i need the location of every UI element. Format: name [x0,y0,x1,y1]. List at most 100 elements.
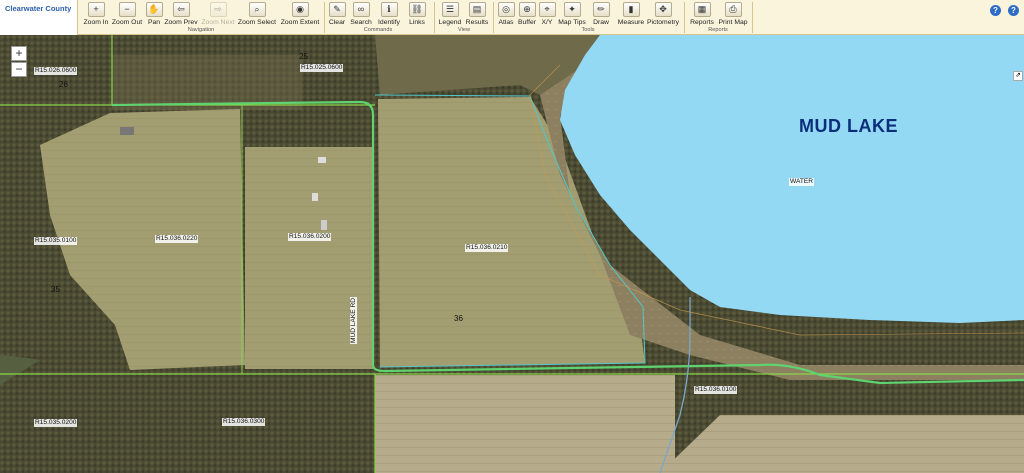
info-icon[interactable]: ? [1008,5,1019,16]
pictometry-button[interactable]: ✥ Pictometry [646,2,680,28]
zoom-prev-button[interactable]: ⇦ Zoom Prev [164,2,198,28]
group-view: View [457,27,471,33]
zoom-out-label: Zoom Out [111,19,143,26]
buffer-icon: ⊕ [518,2,536,17]
legend-label: Legend [438,19,462,26]
parcel-label: R15.026.0600 [34,67,78,75]
clear-label: Clear [328,19,346,26]
zoom-prev-label: Zoom Prev [164,19,198,26]
globe-icon: ◉ [291,2,309,17]
toolbar-divider [684,2,685,33]
parcel-label: R15.036.0100 [694,386,738,394]
zoom-in-control[interactable]: + [11,46,27,61]
pan-hand-icon: ✋ [145,2,163,17]
binoculars-icon: ∞ [352,2,370,17]
results-icon: ▤ [468,2,486,17]
links-label: Links [409,19,425,26]
eraser-icon: ✎ [328,2,346,17]
aerial-imagery [0,35,1024,473]
parcel-label: R15.036.0200 [288,233,332,241]
identify-button[interactable]: ℹ Identify [376,2,402,28]
map-tips-button[interactable]: ✦ Map Tips [557,2,587,28]
zoom-select-label: Zoom Select [237,19,277,26]
results-label: Results [465,19,489,26]
forward-arrow-icon: ⇨ [209,2,227,17]
pictometry-label: Pictometry [646,19,680,26]
parcel-label: R15.036.0210 [465,244,509,252]
measure-label: Measure [617,19,645,26]
zoom-next-button[interactable]: ⇨ Zoom Next [200,2,236,28]
section-number: 36 [454,314,463,323]
reports-label: Reports [690,19,714,26]
print-map-label: Print Map [718,19,748,26]
measure-button[interactable]: ▮ Measure [617,2,645,28]
search-label: Search [350,19,372,26]
back-arrow-icon: ⇦ [172,2,190,17]
printer-icon: ⎙ [724,2,742,17]
parcel-label: R15.025.0600 [300,64,344,72]
parcel-label: R15.035.0100 [34,237,78,245]
section-number: 35 [51,285,60,294]
atlas-icon: ◎ [497,2,515,17]
draw-button[interactable]: ✏ Draw [589,2,613,28]
search-button[interactable]: ∞ Search [348,2,374,28]
map-tips-label: Map Tips [558,19,586,26]
parcel-label: R15.035.0200 [34,419,78,427]
buffer-button[interactable]: ⊕ Buffer [516,2,538,28]
section-number: 25 [299,52,308,61]
xy-pin-icon: ⌖ [538,2,556,17]
road-label: MUD LAKE RD [350,296,358,345]
toolbar-divider [493,2,494,33]
zoom-extent-button[interactable]: ◉ Zoom Extent [278,2,322,28]
pictometry-icon: ✥ [654,2,672,17]
zoom-out-icon: − [118,2,136,17]
zoom-select-icon: ⌕ [248,2,266,17]
group-tools: Tools [581,27,595,33]
identify-icon: ℹ [380,2,398,17]
reports-button[interactable]: ▦ Reports [688,2,716,28]
help-icon[interactable]: ? [990,5,1001,16]
group-reports: Reports [708,27,728,33]
brand-logo: Clearwater County [0,0,78,35]
water-label: WATER [789,178,815,186]
zoom-in-label: Zoom In [83,19,109,26]
atlas-button[interactable]: ◎ Atlas [496,2,516,28]
collapse-toggle-icon[interactable]: ⇗ [1013,71,1023,81]
draw-label: Draw [593,19,609,26]
identify-label: Identify [378,19,400,26]
section-number: 26 [59,80,68,89]
pencil-icon: ✏ [592,2,610,17]
results-button[interactable]: ▤ Results [464,2,490,28]
pan-button[interactable]: ✋ Pan [144,2,164,28]
brand-title: Clearwater County [5,4,72,13]
links-icon: ⛓ [408,2,426,17]
group-navigation: Navigation [187,27,215,33]
zoom-next-label: Zoom Next [201,19,235,26]
legend-icon: ☰ [441,2,459,17]
buffer-label: Buffer [517,19,536,26]
parcel-label: R15.036.0300 [222,418,266,426]
atlas-label: Atlas [498,19,514,26]
ruler-icon: ▮ [622,2,640,17]
pan-label: Pan [147,19,161,26]
zoom-in-button[interactable]: + Zoom In [81,2,111,28]
reports-icon: ▦ [693,2,711,17]
zoom-out-button[interactable]: − Zoom Out [111,2,143,28]
map-view[interactable]: + − ⇗ MUD LAKE WATER MUD LAKE RD R15.026… [0,35,1024,473]
zoom-in-icon: + [87,2,105,17]
zoom-select-button[interactable]: ⌕ Zoom Select [237,2,277,28]
toolbar-divider [434,2,435,33]
zoom-out-control[interactable]: − [11,62,27,77]
xy-button[interactable]: ⌖ X/Y [538,2,556,28]
toolbar-divider [324,2,325,33]
lake-name-label: MUD LAKE [799,116,898,136]
parcel-label: R15.036.0220 [155,235,199,243]
map-tips-icon: ✦ [563,2,581,17]
legend-button[interactable]: ☰ Legend [438,2,462,28]
links-button[interactable]: ⛓ Links [404,2,430,28]
print-map-button[interactable]: ⎙ Print Map [718,2,748,28]
toolbar-divider [752,2,753,33]
group-commands: Commands [363,27,393,33]
xy-label: X/Y [541,19,553,26]
clear-button[interactable]: ✎ Clear [326,2,348,28]
